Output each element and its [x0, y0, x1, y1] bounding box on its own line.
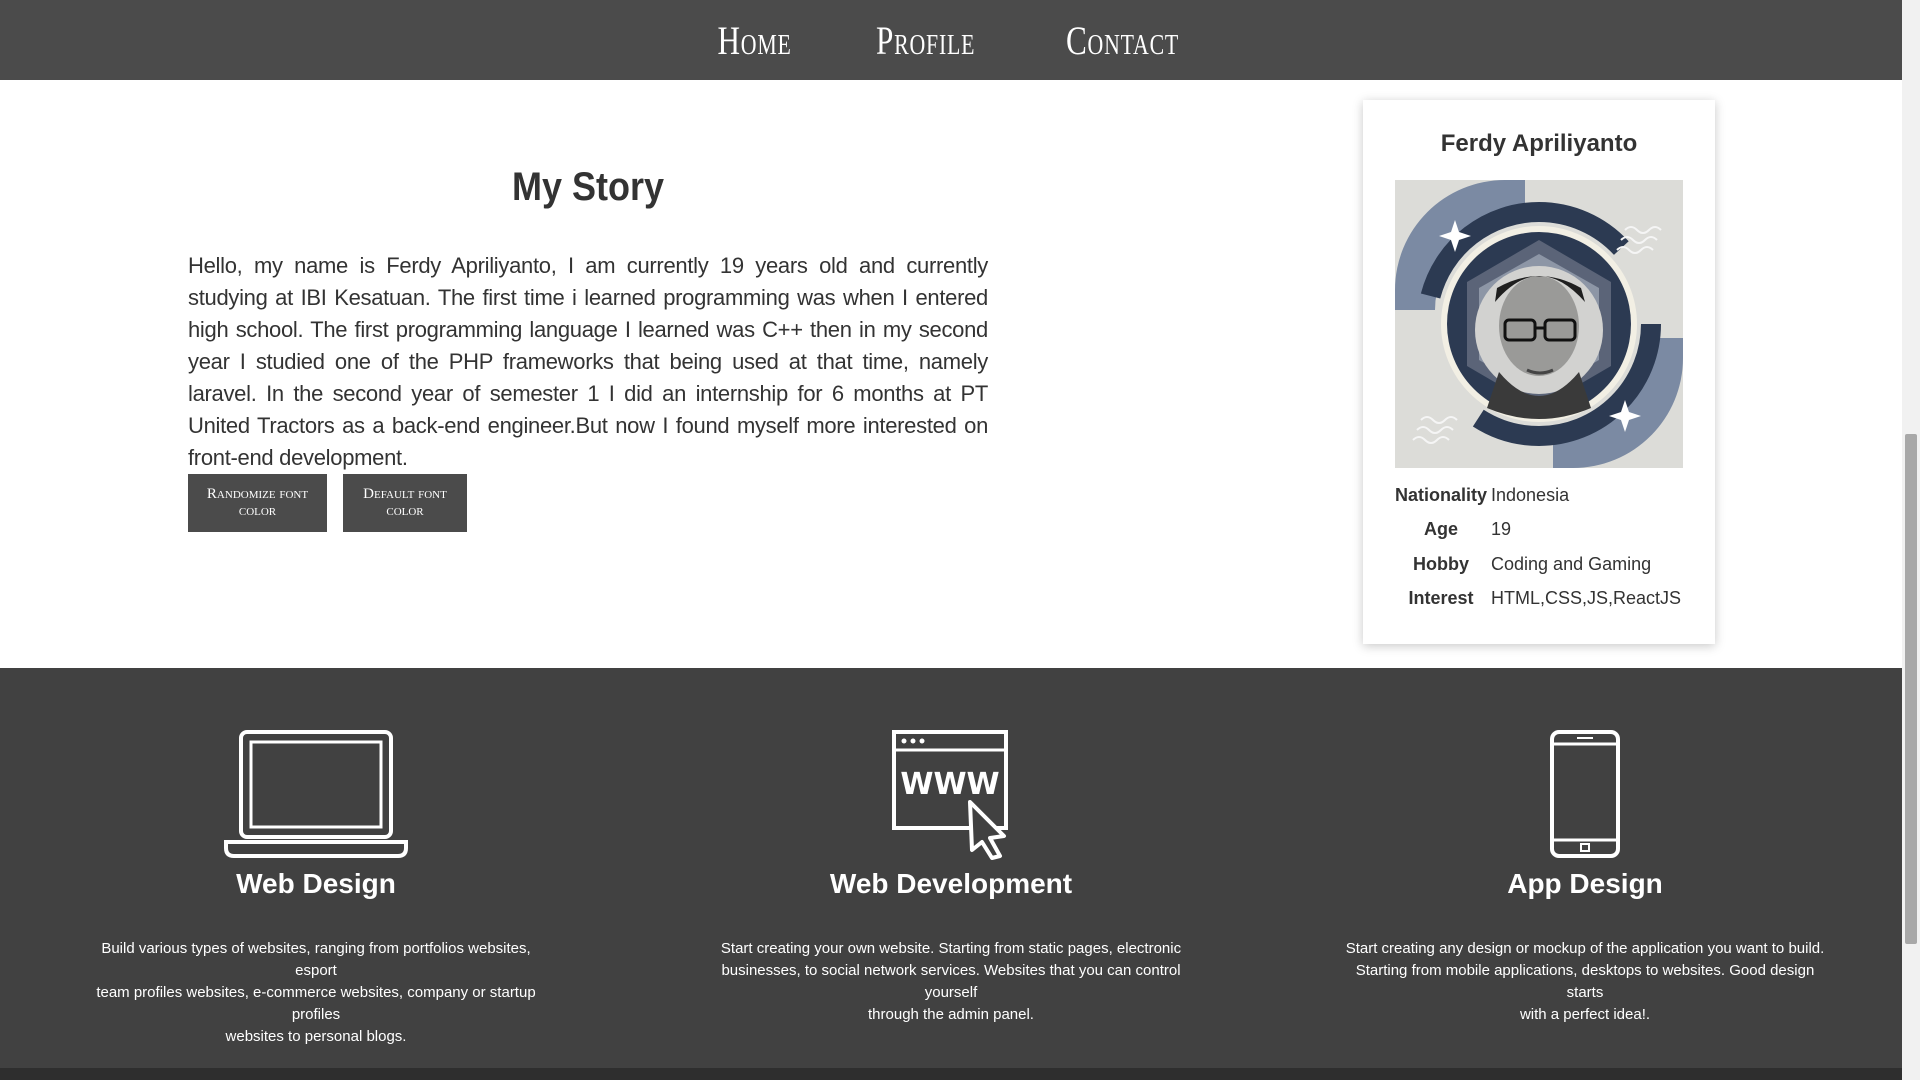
service-description: Start creating your own website. Startin…	[701, 938, 1201, 1026]
profile-row-age: Age 19	[1395, 513, 1683, 548]
profile-value: HTML,CSS,JS,ReactJS	[1491, 588, 1682, 609]
profile-key: Hobby	[1413, 553, 1469, 574]
www-browser-icon: WWW	[721, 730, 1181, 860]
profile-photo-illustration	[1395, 180, 1683, 468]
nav-links: Home Profile Contact	[0, 0, 1902, 80]
profile-value: Coding and Gaming	[1491, 553, 1652, 574]
service-title: Web Design	[236, 868, 396, 899]
service-desc-line: team profiles websites, e-commerce websi…	[96, 984, 536, 1023]
profile-name: Ferdy Apriliyanto	[1440, 130, 1638, 157]
profile-value: 19	[1491, 519, 1512, 540]
footer-strip	[0, 1068, 1902, 1080]
service-desc-line: Starting from mobile applications, deskt…	[1355, 962, 1815, 1001]
profile-key: Age	[1424, 519, 1459, 540]
profile-photo	[1395, 180, 1683, 468]
service-description: Start creating any design or mockup of t…	[1345, 938, 1825, 1026]
profile-value: Indonesia	[1491, 484, 1570, 505]
services-section: Web Design Build various types of websit…	[0, 668, 1902, 1068]
service-title: App Design	[1507, 868, 1663, 899]
randomize-font-color-button[interactable]: Randomize font color	[188, 474, 327, 532]
service-desc-line: businesses, to social network services. …	[721, 962, 1181, 1001]
service-desc-line: through the admin panel.	[868, 1006, 1034, 1023]
profile-row-interest: Interest HTML,CSS,JS,ReactJS	[1395, 582, 1683, 617]
smartphone-icon	[1355, 730, 1815, 860]
nav-contact-link[interactable]: Contact	[1066, 17, 1179, 64]
story-title: My Story	[511, 165, 665, 209]
nav-home-link[interactable]: Home	[718, 17, 792, 64]
profile-card: Ferdy Apriliyanto Nationality Indonesia …	[1363, 100, 1715, 644]
service-desc-line: websites to personal blogs.	[225, 1028, 407, 1045]
service-desc-line: Build various types of websites, ranging…	[101, 940, 531, 979]
service-desc-line: Start creating your own website. Startin…	[720, 940, 1182, 957]
story-paragraph: Hello, my name is Ferdy Apriliyanto, I a…	[188, 253, 988, 470]
profile-row-nationality: Nationality Indonesia	[1395, 478, 1683, 513]
vertical-scrollbar[interactable]	[1902, 0, 1920, 1080]
www-text: WWW	[900, 767, 999, 802]
default-font-color-button[interactable]: Default font color	[343, 474, 467, 532]
profile-key: Interest	[1408, 588, 1474, 609]
top-navbar: Home Profile Contact	[0, 0, 1902, 80]
service-desc-line: Start creating any design or mockup of t…	[1345, 940, 1825, 957]
profile-row-hobby: Hobby Coding and Gaming	[1395, 547, 1683, 582]
service-desc-line: with a perfect idea!.	[1519, 1006, 1651, 1023]
scrollbar-thumb[interactable]	[1905, 434, 1917, 944]
laptop-icon	[86, 730, 546, 860]
service-description: Build various types of websites, ranging…	[86, 938, 546, 1048]
profile-key: Nationality	[1395, 484, 1488, 505]
profile-info-table: Nationality Indonesia Age 19 Hobby Codin…	[1395, 478, 1683, 616]
service-title: Web Development	[829, 868, 1073, 899]
nav-profile-link[interactable]: Profile	[876, 17, 975, 64]
